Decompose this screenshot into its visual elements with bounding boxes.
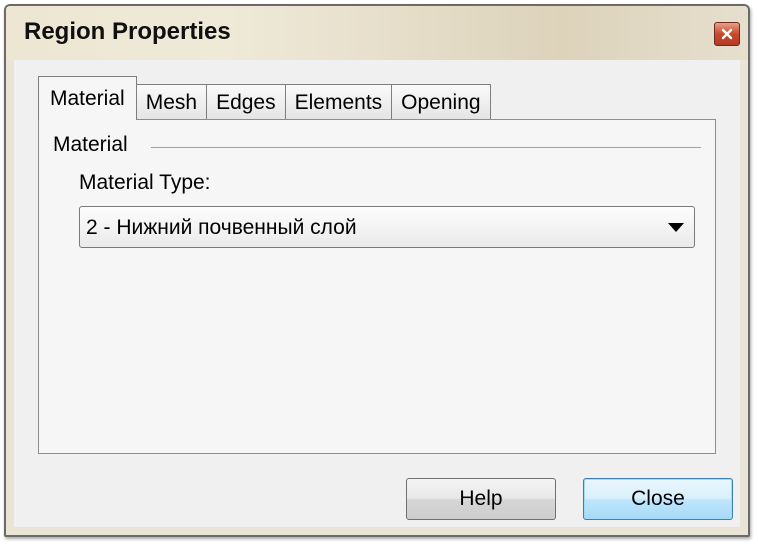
group-divider	[151, 147, 701, 148]
material-tab-panel: Material Material Type: 2 - Нижний почве…	[38, 119, 716, 454]
window-title: Region Properties	[24, 18, 231, 45]
tab-elements[interactable]: Elements	[284, 84, 393, 120]
chevron-down-icon[interactable]	[668, 223, 684, 232]
tab-opening[interactable]: Opening	[391, 84, 491, 120]
material-type-value: 2 - Нижний почвенный слой	[86, 216, 357, 239]
dialog-client-area: Material Mesh Edges Elements Opening Mat…	[14, 60, 740, 527]
tab-edges[interactable]: Edges	[206, 84, 286, 120]
window-close-button[interactable]	[714, 22, 740, 46]
close-icon	[721, 28, 733, 40]
region-properties-dialog: Region Properties Material Mesh Edges El…	[4, 4, 750, 537]
tab-strip: Material Mesh Edges Elements Opening	[38, 76, 491, 120]
tab-material[interactable]: Material	[38, 76, 137, 120]
material-type-label: Material Type:	[79, 171, 211, 194]
material-type-dropdown[interactable]: 2 - Нижний почвенный слой	[79, 206, 695, 248]
material-group-label: Material	[53, 133, 128, 156]
tab-mesh[interactable]: Mesh	[135, 84, 208, 120]
close-button[interactable]: Close	[583, 478, 733, 520]
help-button[interactable]: Help	[406, 478, 556, 520]
title-bar[interactable]: Region Properties	[6, 6, 748, 60]
